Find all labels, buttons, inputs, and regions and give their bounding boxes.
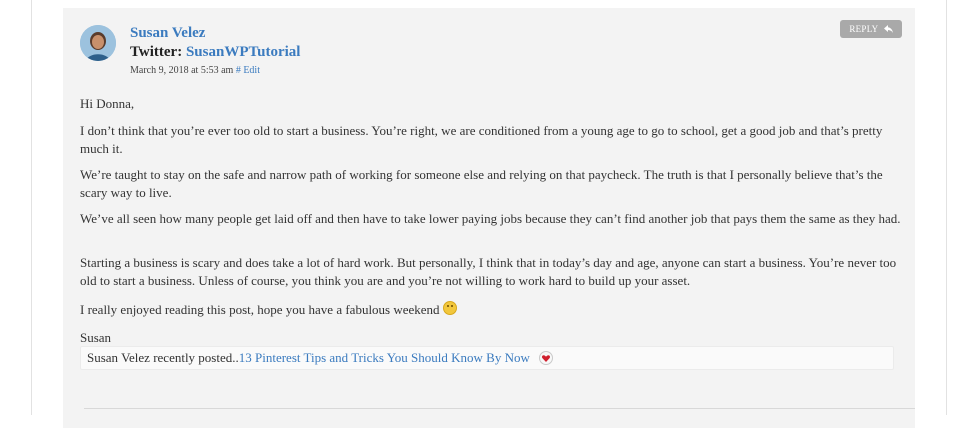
comment-paragraph: Hi Donna, [80,96,135,111]
commentluv-heart-icon[interactable] [539,351,554,365]
reply-label: REPLY [849,24,879,34]
comment-card: Susan Velez Twitter: SusanWPTutorial Mar… [63,8,915,428]
comment-paragraph: I don’t think that you’re ever too old t… [80,123,883,156]
twitter-handle-link[interactable]: SusanWPTutorial [186,44,301,60]
comment-paragraph: We’re taught to stay on the safe and nar… [80,167,883,200]
separator-line [84,408,915,409]
comment-author-name[interactable]: Susan Velez [130,24,205,43]
comment-signature: Susan [80,330,112,345]
comment-paragraph: Starting a business is scary and does ta… [80,255,897,288]
smiley-icon [442,301,457,315]
comment-paragraph: We’ve all seen how many people get laid … [80,211,901,226]
page-border-right [946,0,947,415]
page-border-left [31,0,32,415]
reply-button[interactable]: REPLY [840,20,902,38]
comment-meta: March 9, 2018 at 5:53 am # Edit [130,65,260,77]
closing-text: I really enjoyed reading this post, hope… [80,302,440,317]
twitter-line: Twitter: SusanWPTutorial [130,43,300,62]
twitter-label: Twitter: [130,44,183,60]
commentluv-recent-post: Susan Velez recently posted..13 Pinteres… [80,346,894,370]
recent-post-prefix: Susan Velez recently posted.. [87,350,239,365]
recent-post-link[interactable]: 13 Pinterest Tips and Tricks You Should … [239,350,530,365]
comment-paragraph-closing: I really enjoyed reading this post, hope… [80,301,457,319]
avatar[interactable] [80,25,116,61]
avatar-image [80,25,116,61]
reply-arrow-icon [883,25,893,33]
edit-link[interactable]: # Edit [236,65,260,76]
comment-date[interactable]: March 9, 2018 at 5:53 am [130,65,233,76]
